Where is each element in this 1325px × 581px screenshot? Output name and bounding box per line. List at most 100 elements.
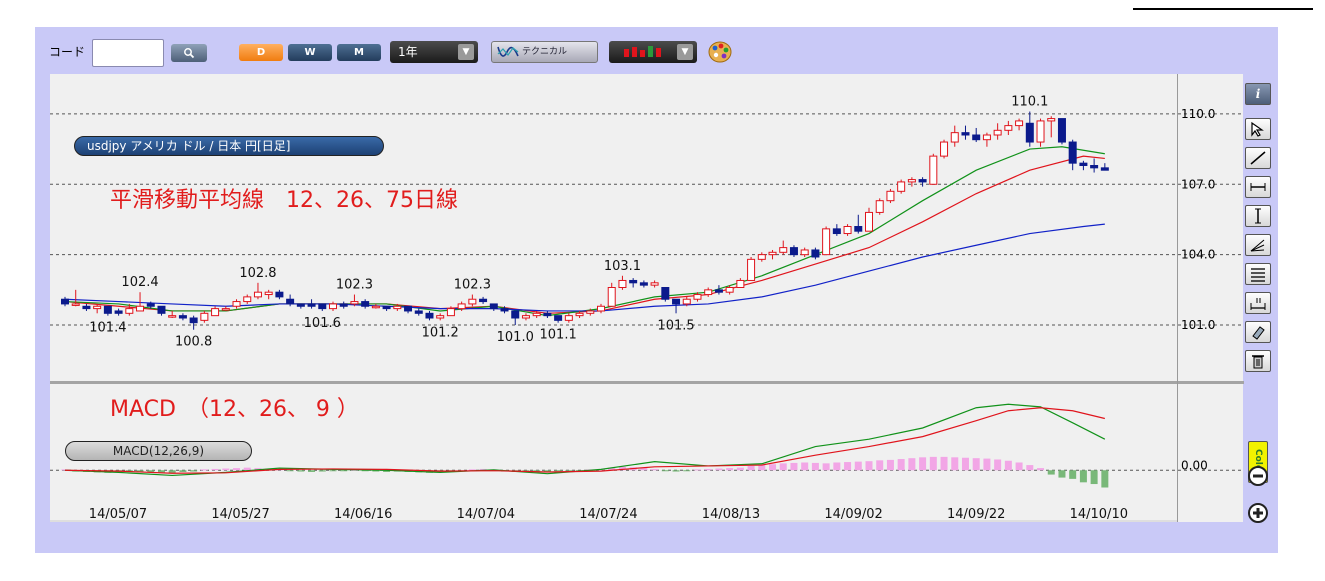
trough-label: 101.2 [422,325,459,340]
candle-body-up [993,129,1002,136]
main-chart-title: usdjpy アメリカ ドル / 日本 円[日足] [74,136,384,156]
candle-body-up [371,305,380,309]
y-axis-svg: 110.0 107.0 104.0 101.0 0.00 [1178,107,1244,472]
candle-body-up [136,305,145,312]
delete-tool[interactable] [1245,350,1271,372]
candle-body-up [329,303,337,310]
candle-body-down [382,305,391,310]
candle-body-up [393,305,402,310]
x-tick-label: 14/09/22 [947,507,1005,522]
macd-hist-bar-pos [1015,462,1023,471]
horizontal-line-icon [1250,183,1266,191]
candle-body-up [693,294,702,300]
candle-body-down [479,298,488,303]
peak-label: 110.1 [1011,95,1048,110]
macd-hist-bar-pos [715,468,723,471]
macd-hist-bar-neg [297,470,305,472]
x-tick-label: 14/07/24 [579,507,637,522]
candle-body-up [436,315,445,319]
macd-hist-bar-pos [940,456,948,471]
macd-hist-bar-pos [983,458,991,471]
chart-plot-area[interactable]: 102.4 102.8 102.3 102.3 103.1 110.1 101.4 100.8… [50,74,1177,522]
candle-body-up [843,226,852,235]
measure-tool[interactable] [1245,292,1271,314]
candle-body-up [168,315,177,318]
candle-body-down [414,310,423,314]
candle-body-up [211,308,220,317]
macd-hist-bar-pos [876,460,884,471]
candle-body-down [554,315,563,321]
peak-label: 102.8 [239,266,276,281]
macd-y-tick-label: 0.00 [1181,458,1208,472]
macd-hist-bar-pos [1004,460,1012,471]
candle-body-up [768,251,777,256]
macd-hist-bar-neg [1069,470,1077,479]
candle-body-down [972,134,981,141]
parallel-lines-tool[interactable] [1245,263,1271,285]
candle-body-up [93,305,102,310]
fibonacci-tool[interactable] [1245,234,1271,256]
trendline-tool[interactable] [1245,147,1271,169]
chevron-down-icon: ▼ [677,44,693,60]
candle-body-down [500,308,509,312]
macd-hist-bar-pos [233,468,241,471]
candle-body-down [178,315,187,319]
candle-body-up [586,310,595,314]
macd-hist-bar-pos [726,468,734,471]
macd-hist-bar-neg [190,470,198,472]
candle-body-up [1047,118,1056,122]
info-button[interactable]: i [1245,83,1271,105]
candle-body-down [82,305,91,310]
candle-body-down [832,228,841,235]
zoom-in-icon[interactable] [1247,502,1269,524]
zoom-out-icon[interactable] [1247,465,1269,487]
candle-body-up [1004,125,1013,131]
technical-button[interactable]: テクニカル [491,41,598,63]
candle-body-up [940,141,949,157]
diagonal-line-icon [1250,151,1266,165]
candle-body-up [650,282,659,286]
candle-body-down [854,226,863,232]
macd-hist-bar-neg [179,470,187,472]
search-button[interactable] [171,44,207,62]
code-input[interactable] [92,39,164,67]
candlestick-style-icon [624,46,661,57]
cursor-arrow-icon [1251,121,1264,137]
candle-body-up [221,308,230,311]
macd-hist-bar-pos [790,462,798,471]
parallel-lines-icon [1251,268,1265,282]
pane-divider-axis [1178,381,1244,384]
chart-style-select[interactable]: ▼ [609,41,697,63]
period-daily-button[interactable]: D [239,44,283,61]
pointer-tool[interactable] [1245,118,1271,140]
horizontal-line-tool[interactable] [1245,176,1271,198]
candle-body-down [61,298,69,305]
eraser-tool[interactable] [1245,321,1271,343]
candle-body-down [1100,167,1109,171]
peak-label: 102.3 [454,278,491,293]
macd-hist-bar-pos [779,463,787,471]
vertical-line-tool[interactable] [1245,205,1271,227]
eraser-icon [1252,326,1265,340]
ruler-icon [1250,298,1266,310]
macd-hist-bar-pos [929,456,937,471]
candle-body-up [575,312,584,317]
candle-body-down [361,301,370,307]
candle-body-up [865,211,873,232]
palette-icon[interactable] [707,39,733,65]
candle-body-down [1025,122,1034,143]
period-weekly-button[interactable]: W [288,44,332,61]
chevron-down-icon: ▼ [458,44,474,60]
trash-icon [1252,355,1264,369]
candle-body-up [1036,120,1045,143]
candle-body-down [318,303,327,310]
trough-label: 101.1 [540,328,577,343]
candle-body-down [307,303,316,307]
macd-hist-bar-pos [801,462,809,471]
chart-frame: コード D W M 1年 ▼ テクニカル ▼ 102.4 102.8 102.3… [35,27,1278,553]
range-select[interactable]: 1年 ▼ [390,41,478,63]
x-tick-label: 14/05/27 [211,507,269,522]
period-monthly-button[interactable]: M [337,44,381,61]
technical-label: テクニカル [522,47,568,57]
y-tick-label: 101.0 [1181,318,1215,332]
